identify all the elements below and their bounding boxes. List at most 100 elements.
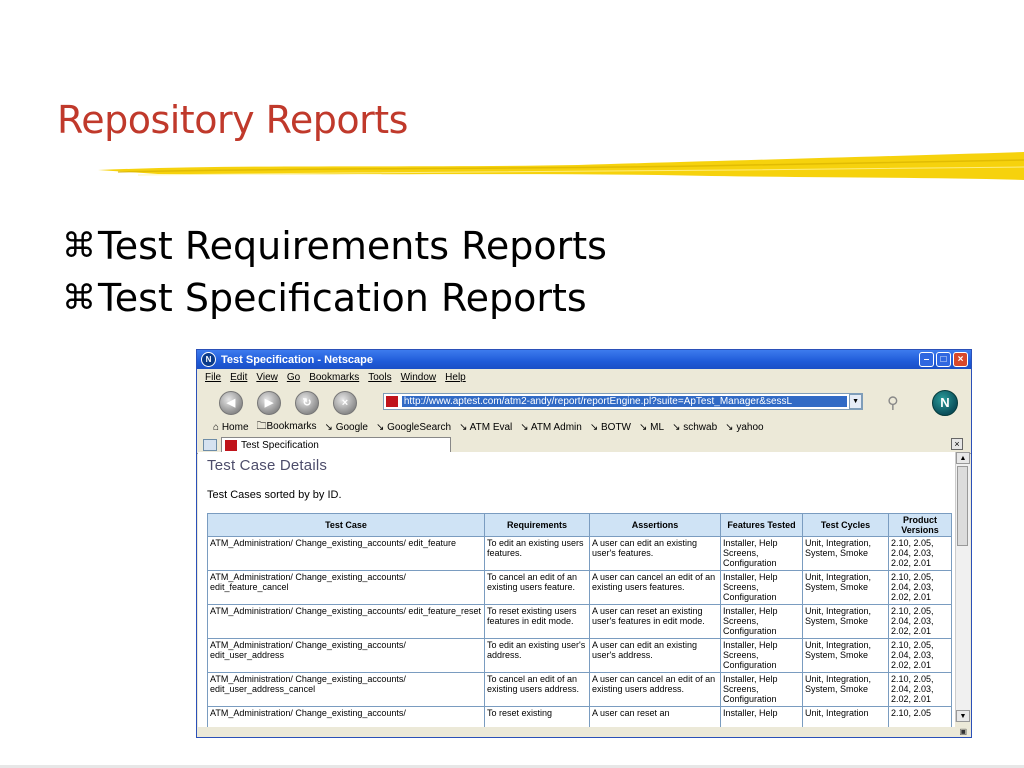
- menu-edit[interactable]: Edit: [230, 372, 247, 383]
- menu-file[interactable]: File: [205, 372, 221, 383]
- cell: ATM_Administration/ Change_existing_acco…: [207, 638, 485, 673]
- bookmark-bookmarks[interactable]: 🗀Bookmarks: [257, 419, 317, 436]
- cell: Unit, Integration, System, Smoke: [802, 672, 889, 707]
- close-tab-icon[interactable]: ×: [951, 438, 963, 450]
- cell: To cancel an edit of an existing users a…: [484, 672, 590, 707]
- cell: Unit, Integration, System, Smoke: [802, 570, 889, 605]
- cell: ATM_Administration/ Change_existing_acco…: [207, 570, 485, 605]
- bookmark-botw[interactable]: ↘ BOTW: [590, 422, 631, 433]
- cell: A user can reset an existing user's feat…: [589, 604, 721, 639]
- bookmark-schwab[interactable]: ↘ schwab: [672, 422, 717, 433]
- cell: Unit, Integration, System, Smoke: [802, 536, 889, 571]
- tab-favicon-icon: [225, 439, 237, 451]
- menu-tools[interactable]: Tools: [368, 372, 391, 383]
- cell: Unit, Integration, System, Smoke: [802, 638, 889, 673]
- page-subheading: Test Cases sorted by by ID.: [207, 489, 342, 501]
- menu-go[interactable]: Go: [287, 372, 300, 383]
- window-titlebar[interactable]: N Test Specification - Netscape – □ ×: [197, 350, 971, 369]
- back-button[interactable]: ◀: [219, 390, 243, 415]
- bookmark-atm-admin[interactable]: ↘ ATM Admin: [520, 422, 582, 433]
- table-row: ATM_Administration/ Change_existing_acco…: [207, 604, 952, 639]
- bookmark-ml[interactable]: ↘ ML: [639, 422, 664, 433]
- vertical-scrollbar[interactable]: ▲ ▼: [955, 452, 970, 722]
- menu-view[interactable]: View: [256, 372, 278, 383]
- cell: Installer, Help Screens, Configuration: [720, 536, 803, 571]
- bookmark-home[interactable]: ⌂ Home: [213, 422, 249, 433]
- cell: To reset existing users features in edit…: [484, 604, 590, 639]
- cell: Installer, Help Screens, Configuration: [720, 672, 803, 707]
- bullet-text: Test Requirements Reports: [98, 224, 607, 268]
- cell: A user can edit an existing user's addre…: [589, 638, 721, 673]
- menu-bar: File Edit View Go Bookmarks Tools Window…: [197, 369, 971, 386]
- bookmark-google[interactable]: ↘ Google: [325, 422, 368, 433]
- cell: 2.10, 2.05, 2.04, 2.03, 2.02, 2.01: [888, 672, 952, 707]
- cell: A user can cancel an edit of an existing…: [589, 570, 721, 605]
- status-bar: ▣: [197, 727, 971, 737]
- page-favicon-icon: [386, 396, 398, 407]
- bullet-item: ⌘ Test Specification Reports: [62, 272, 607, 324]
- brush-stroke-underline: [98, 152, 1024, 180]
- bullet-item: ⌘ Test Requirements Reports: [62, 220, 607, 272]
- menu-window[interactable]: Window: [401, 372, 437, 383]
- menu-help[interactable]: Help: [445, 372, 466, 383]
- cell: A user can cancel an edit of an existing…: [589, 672, 721, 707]
- bookmark-atm-eval[interactable]: ↘ ATM Eval: [459, 422, 512, 433]
- search-magnifier-icon[interactable]: ⚲: [887, 393, 917, 413]
- command-key-icon: ⌘: [62, 226, 96, 266]
- bookmark-yahoo[interactable]: ↘ yahoo: [725, 422, 763, 433]
- column-header: Requirements: [484, 513, 590, 537]
- window-title: Test Specification - Netscape: [221, 353, 374, 366]
- navigation-toolbar: ◀ ▶ ↻ × http://www.aptest.com/atm2-andy/…: [197, 386, 971, 419]
- scroll-down-icon[interactable]: ▼: [956, 710, 970, 722]
- cell: ATM_Administration/ Change_existing_acco…: [207, 604, 485, 639]
- minimize-button[interactable]: –: [919, 352, 934, 367]
- bullet-text: Test Specification Reports: [98, 276, 587, 320]
- url-bar[interactable]: http://www.aptest.com/atm2-andy/report/r…: [383, 393, 863, 410]
- cell: Installer, Help Screens, Configuration: [720, 638, 803, 673]
- cell: 2.10, 2.05, 2.04, 2.03, 2.02, 2.01: [888, 536, 952, 571]
- table-row: ATM_Administration/ Change_existing_acco…: [207, 672, 952, 707]
- browser-window: N Test Specification - Netscape – □ × Fi…: [196, 349, 972, 738]
- column-header: Test Cycles: [802, 513, 889, 537]
- stop-button[interactable]: ×: [333, 390, 357, 415]
- netscape-icon: N: [201, 352, 216, 367]
- maximize-button[interactable]: □: [936, 352, 951, 367]
- bookmark-googlesearch[interactable]: ↘ GoogleSearch: [376, 422, 451, 433]
- bullet-list: ⌘ Test Requirements Reports ⌘ Test Speci…: [62, 220, 607, 324]
- table-row: ATM_Administration/ Change_existing_acco…: [207, 638, 952, 673]
- cell: Unit, Integration, System, Smoke: [802, 604, 889, 639]
- tab-label: Test Specification: [241, 439, 319, 451]
- page-content: Test Case Details Test Cases sorted by b…: [198, 452, 955, 732]
- test-case-table: Test Case Requirements Assertions Featur…: [207, 513, 952, 732]
- cell: To edit an existing user's address.: [484, 638, 590, 673]
- scroll-up-icon[interactable]: ▲: [956, 452, 970, 464]
- reload-button[interactable]: ↻: [295, 390, 319, 415]
- cell: 2.10, 2.05, 2.04, 2.03, 2.02, 2.01: [888, 638, 952, 673]
- scroll-thumb[interactable]: [957, 466, 968, 546]
- column-header: Features Tested: [720, 513, 803, 537]
- cell: To edit an existing users features.: [484, 536, 590, 571]
- column-header: Assertions: [589, 513, 721, 537]
- page-heading: Test Case Details: [207, 457, 328, 474]
- close-button[interactable]: ×: [953, 352, 968, 367]
- cell: Installer, Help Screens, Configuration: [720, 604, 803, 639]
- forward-button[interactable]: ▶: [257, 390, 281, 415]
- cell: Installer, Help Screens, Configuration: [720, 570, 803, 605]
- bookmarks-toolbar: ⌂ Home 🗀Bookmarks ↘ Google ↘ GoogleSearc…: [197, 419, 971, 436]
- table-row: ATM_Administration/ Change_existing_acco…: [207, 570, 952, 605]
- tab-test-specification[interactable]: Test Specification: [221, 436, 451, 453]
- url-input[interactable]: http://www.aptest.com/atm2-andy/report/r…: [401, 396, 848, 407]
- menu-bookmarks[interactable]: Bookmarks: [309, 372, 359, 383]
- cell: ATM_Administration/ Change_existing_acco…: [207, 672, 485, 707]
- command-key-icon: ⌘: [62, 278, 96, 318]
- cell: ATM_Administration/ Change_existing_acco…: [207, 536, 485, 571]
- new-tab-icon[interactable]: [203, 438, 217, 451]
- security-lock-icon: ▣: [959, 727, 967, 736]
- netscape-logo-icon: N: [932, 390, 958, 416]
- table-row: ATM_Administration/ Change_existing_acco…: [207, 536, 952, 571]
- cell: 2.10, 2.05, 2.04, 2.03, 2.02, 2.01: [888, 570, 952, 605]
- slide-title: Repository Reports: [57, 98, 408, 142]
- cell: 2.10, 2.05, 2.04, 2.03, 2.02, 2.01: [888, 604, 952, 639]
- url-dropdown-icon[interactable]: ▼: [849, 394, 863, 409]
- cell: A user can edit an existing user's featu…: [589, 536, 721, 571]
